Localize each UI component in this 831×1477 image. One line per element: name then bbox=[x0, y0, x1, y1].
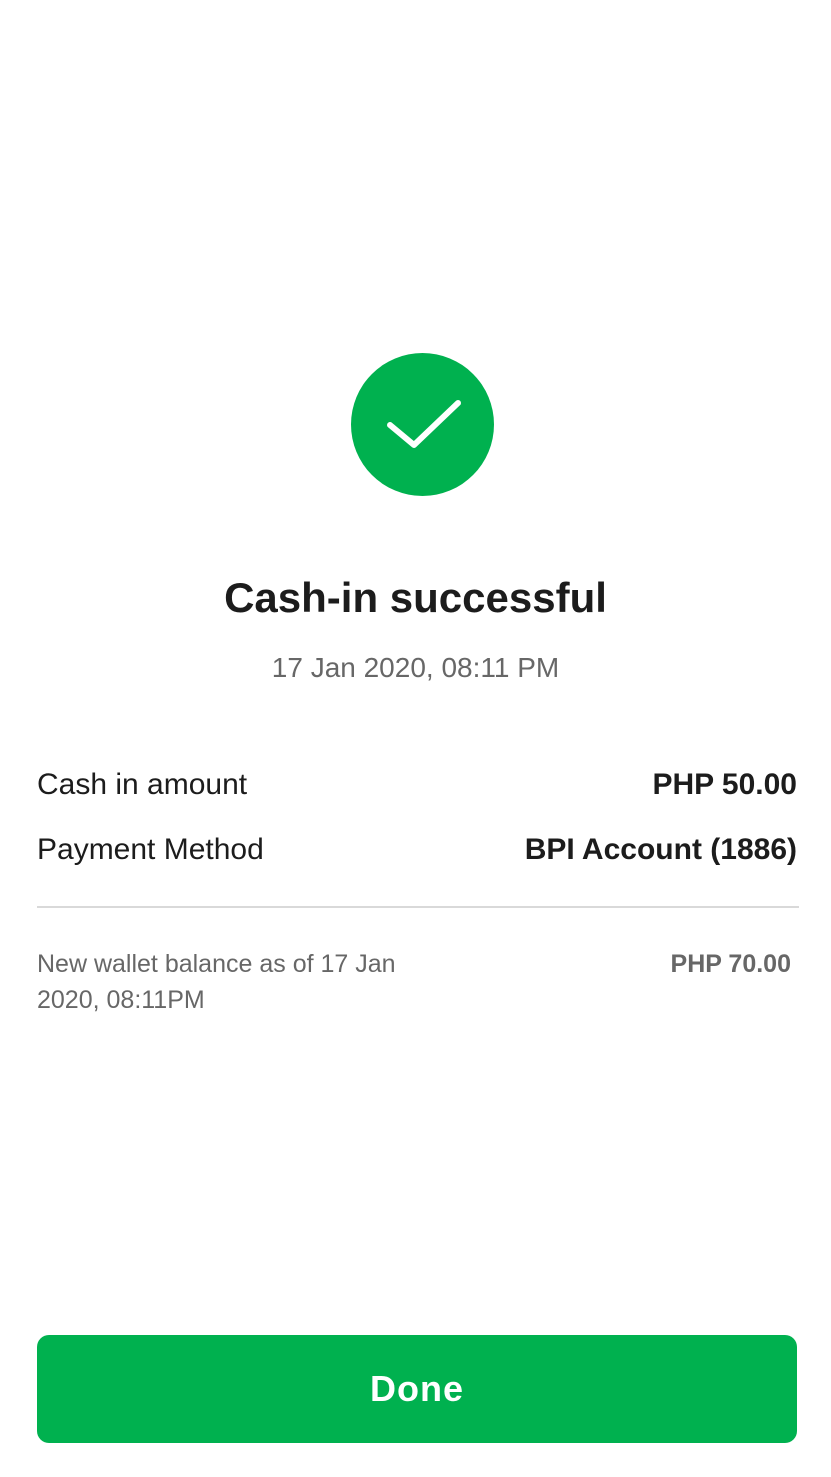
cash-in-amount-row: Cash in amount PHP 50.00 bbox=[37, 763, 797, 807]
payment-method-value: BPI Account (1886) bbox=[524, 833, 797, 866]
done-button[interactable]: Done bbox=[37, 1335, 797, 1443]
transaction-timestamp: 17 Jan 2020, 08:11 PM bbox=[271, 652, 560, 683]
page-title: Cash-in successful bbox=[224, 574, 607, 621]
cash-in-amount-value: PHP 50.00 bbox=[652, 768, 797, 801]
success-checkmark-icon bbox=[351, 353, 494, 496]
payment-method-label: Payment Method bbox=[37, 833, 264, 866]
checkmark-icon bbox=[387, 400, 461, 448]
divider bbox=[37, 906, 799, 908]
payment-method-row: Payment Method BPI Account (1886) bbox=[37, 828, 797, 872]
wallet-balance-value: PHP 70.00 bbox=[670, 950, 791, 978]
wallet-balance-label: New wallet balance as of 17 Jan 2020, 08… bbox=[37, 950, 396, 1014]
cash-in-amount-label: Cash in amount bbox=[37, 768, 248, 801]
